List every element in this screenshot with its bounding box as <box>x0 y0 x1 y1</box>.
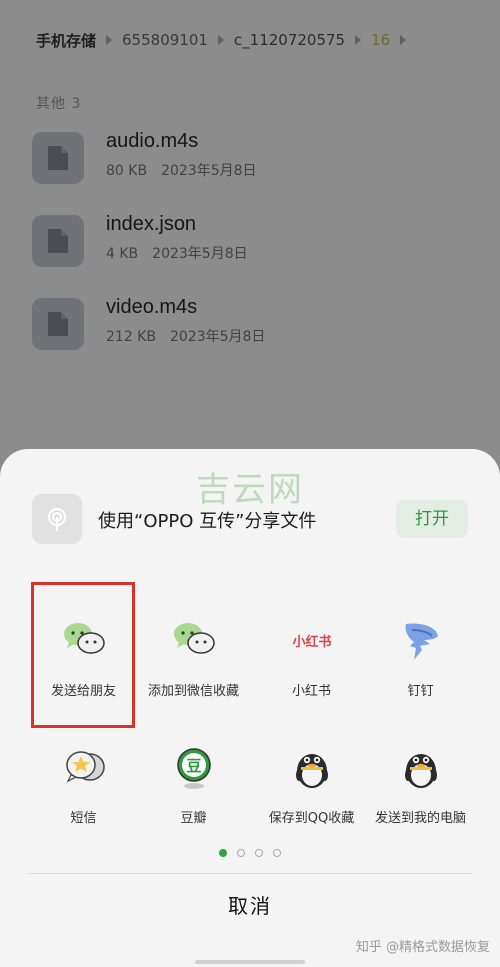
xiaohongshu-icon: 小红书 <box>292 634 331 650</box>
page-dot[interactable] <box>273 849 281 857</box>
page-dot-active[interactable] <box>219 849 227 857</box>
share-target-wechat-favorites[interactable]: 添加到微信收藏 <box>131 616 256 746</box>
cancel-button[interactable]: 取消 <box>0 890 500 919</box>
file-name: video.m4s <box>106 296 198 318</box>
breadcrumb-item-current[interactable]: 16 <box>371 31 390 49</box>
file-icon <box>32 298 84 350</box>
oppo-share-row[interactable]: 使用“OPPO 互传”分享文件 打开 <box>32 494 472 544</box>
file-name: index.json <box>106 213 197 235</box>
svg-text:小红书: 小红书 <box>292 634 331 650</box>
qq-icon <box>296 754 328 788</box>
file-date: 2023年5月8日 <box>169 329 266 345</box>
share-target-label: 发送到我的电脑 <box>374 811 466 826</box>
source-credit: 知乎 @精格式数据恢复 <box>355 940 490 955</box>
file-item[interactable]: index.json 4 KB 2023年5月8日 <box>32 211 472 271</box>
file-size: 4 KB <box>106 246 139 262</box>
file-name: audio.m4s <box>106 130 199 152</box>
file-icon <box>32 132 84 184</box>
share-target-label: 保存到QQ收藏 <box>268 811 355 826</box>
dingtalk-icon <box>405 623 438 660</box>
share-target-label: 小红书 <box>291 684 331 699</box>
breadcrumb-item[interactable]: 655809101 <box>122 31 208 49</box>
share-target-dingtalk[interactable]: 钉钉 <box>358 616 483 746</box>
file-item[interactable]: video.m4s 212 KB 2023年5月8日 <box>32 294 472 354</box>
page-dot[interactable] <box>255 849 263 857</box>
sms-icon <box>66 751 105 783</box>
share-target-label: 添加到微信收藏 <box>147 684 239 699</box>
wechat-favorites-icon <box>174 623 215 654</box>
oppo-share-icon <box>32 494 82 544</box>
file-size: 80 KB <box>106 163 148 179</box>
breadcrumb-root[interactable]: 手机存储 <box>36 30 96 51</box>
breadcrumb-item[interactable]: c_1120720575 <box>234 31 345 49</box>
oppo-share-text: 使用“OPPO 互传”分享文件 <box>98 511 317 532</box>
open-button[interactable]: 打开 <box>396 500 468 538</box>
svg-text:豆: 豆 <box>186 757 201 775</box>
qq-icon <box>405 754 437 788</box>
divider <box>28 873 472 874</box>
share-target-xiaohongshu[interactable]: 小红书 小红书 <box>249 616 374 746</box>
chevron-right-icon <box>106 35 113 45</box>
chevron-right-icon <box>355 35 362 45</box>
chevron-right-icon <box>217 35 224 45</box>
file-meta: 80 KB 2023年5月8日 <box>106 160 257 180</box>
file-meta: 212 KB 2023年5月8日 <box>106 326 265 346</box>
breadcrumb: 手机存储 655809101 c_1120720575 16 <box>36 28 480 52</box>
file-item[interactable]: audio.m4s 80 KB 2023年5月8日 <box>32 128 472 188</box>
file-size: 212 KB <box>106 329 156 345</box>
share-target-label: 短信 <box>70 811 97 826</box>
section-label: 其他 3 <box>36 96 82 112</box>
page-dot[interactable] <box>237 849 245 857</box>
home-indicator[interactable] <box>195 960 305 964</box>
share-target-label: 豆瓣 <box>180 811 207 826</box>
file-icon <box>32 215 84 267</box>
file-date: 2023年5月8日 <box>152 246 248 262</box>
file-meta: 4 KB 2023年5月8日 <box>106 243 248 263</box>
share-target-label: 钉钉 <box>407 684 434 699</box>
douban-icon: 豆 <box>177 748 211 789</box>
file-date: 2023年5月8日 <box>161 163 257 179</box>
highlight-box <box>31 582 135 728</box>
page-indicator <box>0 849 500 857</box>
chevron-right-icon <box>400 35 407 45</box>
